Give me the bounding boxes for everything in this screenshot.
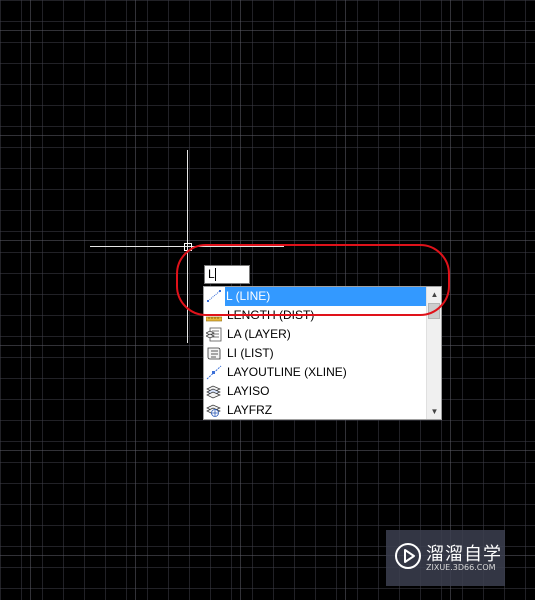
watermark-url: ZIXUE.3D66.COM <box>426 563 496 572</box>
autocomplete-item-layiso[interactable]: LAYISO <box>204 382 426 401</box>
layer-freeze-icon <box>206 403 222 418</box>
watermark-badge: 溜溜自学 ZIXUE.3D66.COM <box>386 530 505 586</box>
autocomplete-item-label: LAYFRZ <box>227 403 273 417</box>
autocomplete-item-length[interactable]: LENGTH (DIST) <box>204 306 426 325</box>
autocomplete-item-list[interactable]: LI (LIST) <box>204 344 426 363</box>
play-logo-icon <box>394 542 422 570</box>
drawing-canvas[interactable]: L L (LINE) LENGTH (DIST) LA (LAYER) LI (… <box>0 0 535 600</box>
autocomplete-item-label: LI (LIST) <box>227 346 274 360</box>
scroll-up-arrow-icon[interactable]: ▲ <box>427 287 441 302</box>
command-autocomplete-list[interactable]: L (LINE) LENGTH (DIST) LA (LAYER) LI (LI… <box>203 286 442 420</box>
list-icon <box>206 346 222 361</box>
autocomplete-item-label: LENGTH (DIST) <box>227 308 315 322</box>
dynamic-command-input[interactable]: L <box>204 265 250 284</box>
layer-isolate-icon <box>206 384 222 399</box>
text-caret <box>214 268 216 282</box>
autocomplete-item-label: L (LINE) <box>225 287 426 306</box>
autocomplete-item-layer[interactable]: LA (LAYER) <box>204 325 426 344</box>
scroll-down-arrow-icon[interactable]: ▼ <box>427 404 441 419</box>
autocomplete-scrollbar[interactable]: ▲ ▼ <box>426 287 441 419</box>
autocomplete-item-label: LAYISO <box>227 384 270 398</box>
measure-distance-icon <box>205 308 223 323</box>
command-input-value: L <box>208 267 215 281</box>
autocomplete-item-label: LA (LAYER) <box>227 327 291 341</box>
autocomplete-item-label: LAYOUTLINE (XLINE) <box>227 365 347 379</box>
autocomplete-items: L (LINE) LENGTH (DIST) LA (LAYER) LI (LI… <box>204 287 426 419</box>
autocomplete-item-layfrz[interactable]: LAYFRZ <box>204 401 426 419</box>
cursor-pickbox <box>184 243 192 251</box>
line-icon <box>206 289 222 304</box>
layer-properties-icon <box>205 327 222 342</box>
autocomplete-item-layoutline[interactable]: LAYOUTLINE (XLINE) <box>204 363 426 382</box>
autocomplete-item-line[interactable]: L (LINE) <box>204 287 426 306</box>
scrollbar-thumb[interactable] <box>428 303 440 319</box>
construction-line-icon <box>206 365 222 380</box>
